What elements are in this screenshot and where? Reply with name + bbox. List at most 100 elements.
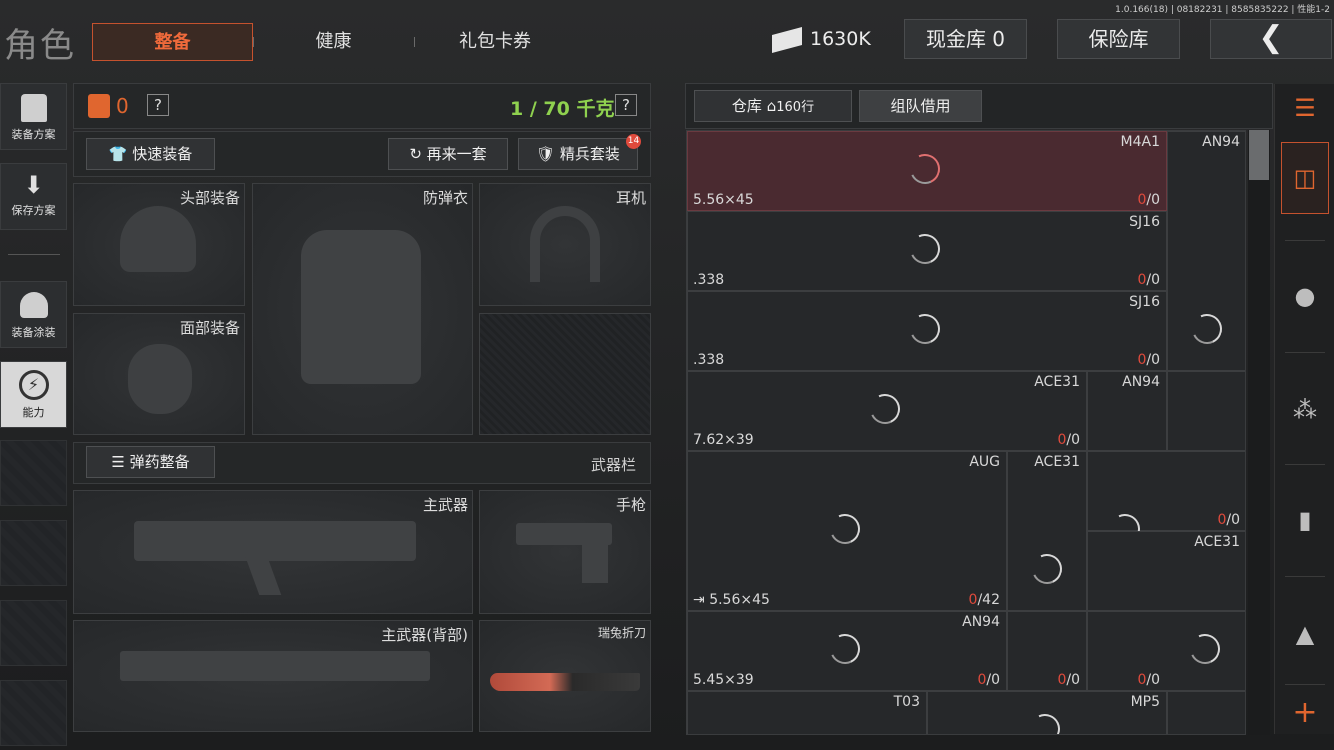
rifle-icon[interactable]: ⁂ (1281, 386, 1329, 434)
currency-display: 1630K (768, 19, 874, 59)
category-divider (1285, 240, 1325, 241)
category-divider (1285, 352, 1325, 353)
ammo-button[interactable]: ☰ 弹药整备 (86, 446, 215, 478)
scroll-thumb[interactable] (1249, 130, 1269, 180)
tab-giftcards[interactable]: 礼包卡券 (424, 23, 566, 61)
empty-cell[interactable] (1167, 371, 1245, 451)
item-count: 0/0 (1057, 672, 1080, 688)
storage-scrollbar[interactable] (1248, 130, 1270, 735)
item-cell[interactable]: ACE31 (1007, 451, 1087, 611)
face-slot-label: 面部装备 (179, 319, 240, 337)
item-cell[interactable]: ACE31 7.62×39 0/0 (687, 371, 1087, 451)
warehouse-rows: 160行 (776, 100, 815, 115)
chevron-left-icon: ❮ (1258, 20, 1284, 55)
caliber-text: 5.56×45 (709, 592, 770, 608)
item-cell[interactable]: T03 (687, 691, 927, 734)
item-cell[interactable]: MP5 (927, 691, 1167, 734)
elite-label: 精兵套装 (559, 145, 620, 163)
refresh-icon: ↻ (409, 145, 427, 163)
tab-divider (414, 37, 415, 47)
quick-equip-button[interactable]: 👕 快速装备 (86, 138, 215, 170)
count-max: /0 (1066, 432, 1080, 448)
sidebar-item-loadout[interactable]: 装备方案 (0, 83, 67, 150)
currency-amount: 1630K (810, 28, 871, 50)
item-cell[interactable]: SJ16 .338 0/0 (687, 291, 1167, 371)
item-cell[interactable]: 0/0 (1007, 611, 1087, 691)
money-icon (772, 26, 802, 53)
head-slot[interactable]: 头部装备 (73, 183, 245, 306)
ammo-icon[interactable]: ▲ (1281, 610, 1329, 658)
sidebar-item-paint[interactable]: 装备涂装 (0, 281, 67, 348)
primary-weapon-label: 主武器 (422, 496, 468, 514)
item-name: ACE31 (1194, 534, 1240, 550)
back-button[interactable]: ❮ (1210, 19, 1332, 59)
tab-health[interactable]: 健康 (262, 23, 405, 61)
stack-icon[interactable]: ◫ (1281, 142, 1329, 214)
count-max: /0 (1146, 192, 1160, 208)
tab-equip[interactable]: 整备 (92, 23, 253, 61)
cash-vault-button[interactable]: 现金库 0 (904, 19, 1027, 59)
vest-icon (301, 230, 421, 384)
item-count: 0/0 (1137, 192, 1160, 208)
knife-label: 瑞兔折刀 (597, 626, 646, 640)
sidebar-item-save[interactable]: ⬇ 保存方案 (0, 163, 67, 230)
primary-back-slot[interactable]: 主武器(背部) (73, 620, 473, 732)
magazine-icon[interactable]: ▮ (1281, 496, 1329, 544)
item-caliber: 5.45×39 (693, 672, 754, 688)
loading-spinner (905, 229, 945, 269)
warehouse-tab[interactable]: 仓库 ⌂160行 (694, 90, 852, 122)
item-count: 0/0 (977, 672, 1000, 688)
armor-count: 0 (116, 94, 129, 118)
item-cell[interactable]: 0/0 (1087, 451, 1245, 549)
sidebar-item-label: 装备涂装 (11, 326, 56, 339)
pistol-slot[interactable]: 手枪 (479, 490, 651, 614)
item-cell[interactable]: AN94 (1087, 371, 1167, 451)
item-caliber: .338 (693, 272, 725, 288)
again-button[interactable]: ↻ 再来一套 (388, 138, 508, 170)
knife-icon (490, 673, 640, 691)
game-screen: 1.0.166(18) | 08182231 | 8585835222 | 性能… (0, 0, 1334, 750)
item-count: 0/0 (1137, 672, 1160, 688)
item-caliber: ⇥ 5.56×45 (693, 592, 770, 608)
team-borrow-tab[interactable]: 组队借用 (859, 90, 982, 122)
item-cell[interactable]: ACE31 (1087, 531, 1245, 611)
helmet-icon[interactable]: ● (1281, 272, 1329, 320)
storage-grid: M4A1 5.56×45 0/0 AN94 SJ16 .338 0/0 SJ16… (686, 130, 1246, 735)
category-divider (1285, 684, 1325, 685)
knife-slot[interactable]: 瑞兔折刀 (479, 620, 651, 732)
plus-icon[interactable]: + (1281, 688, 1329, 736)
category-divider (1285, 576, 1325, 577)
item-caliber: 7.62×39 (693, 432, 754, 448)
headset-icon (530, 206, 600, 282)
ear-slot-label: 耳机 (615, 189, 646, 207)
item-cell[interactable]: AN94 5.45×39 0/0 (687, 611, 1007, 691)
item-cell[interactable]: M4A1 5.56×45 0/0 (687, 131, 1167, 211)
weapon-bar-label: 武器栏 (590, 456, 636, 474)
item-cell[interactable]: SJ16 .338 0/0 (687, 211, 1167, 291)
item-count: 0/0 (1057, 432, 1080, 448)
ear-slot[interactable]: 耳机 (479, 183, 651, 306)
item-name: AN94 (1122, 374, 1160, 390)
item-cell[interactable]: 0/0 (1087, 611, 1245, 691)
item-name: AUG (969, 454, 1000, 470)
item-count: 0/0 (1137, 272, 1160, 288)
item-name: T03 (893, 694, 920, 710)
layers-refresh-icon[interactable]: ☰ (1281, 84, 1329, 132)
item-cell[interactable]: AN94 (1167, 131, 1245, 371)
face-slot[interactable]: 面部装备 (73, 313, 245, 435)
empty-slot (0, 440, 67, 506)
primary-weapon-slot[interactable]: 主武器 (73, 490, 473, 614)
item-name: MP5 (1130, 694, 1160, 710)
safe-button[interactable]: 保险库 (1057, 19, 1180, 59)
sidebar-item-ability[interactable]: ⚡ 能力 (0, 361, 67, 428)
help-button[interactable]: ? (147, 94, 169, 116)
item-name: ACE31 (1034, 374, 1080, 390)
help-button[interactable]: ? (615, 94, 637, 116)
elite-button[interactable]: 🛡 精兵套装 (518, 138, 638, 170)
count-max: /0 (1146, 352, 1160, 368)
body-slot[interactable]: 防弹衣 (252, 183, 473, 435)
item-cell[interactable]: AUG ⇥ 5.56×45 0/42 (687, 451, 1007, 611)
rifle-icon (134, 521, 416, 561)
empty-cell[interactable] (1167, 691, 1245, 734)
item-count: 0/0 (1137, 352, 1160, 368)
